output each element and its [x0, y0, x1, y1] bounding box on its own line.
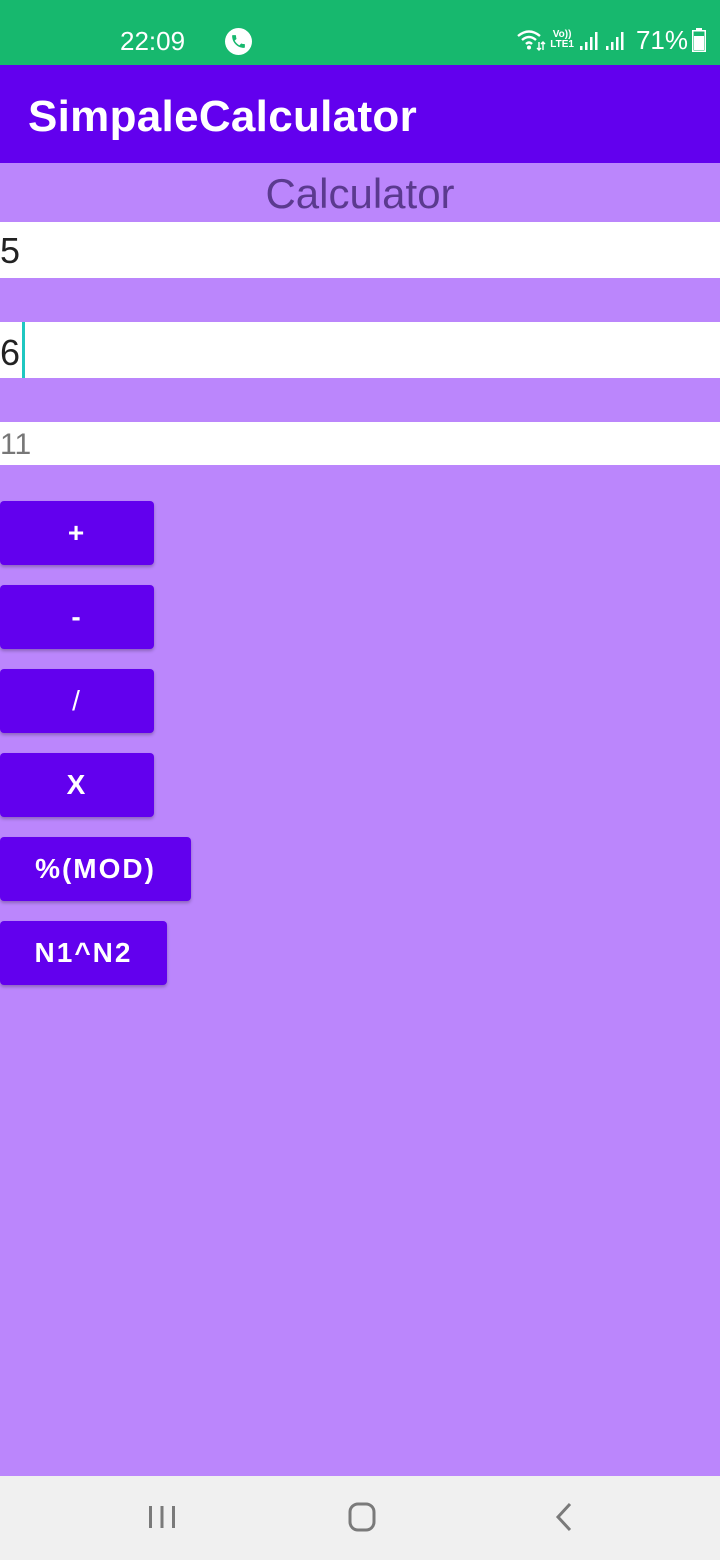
status-indicators: Vo)) LTE1 71%: [516, 22, 706, 58]
app-title: SimpaleCalculator: [28, 92, 418, 141]
second-number-input[interactable]: 6: [0, 322, 720, 378]
wifi-icon: [517, 30, 546, 51]
multiply-button[interactable]: X: [0, 753, 154, 817]
divide-button[interactable]: /: [0, 669, 154, 733]
signal-icon: [605, 32, 624, 50]
battery-icon: [692, 28, 706, 52]
result-value: 11: [0, 428, 32, 461]
status-bar: 22:09 Vo)) LTE1 71%: [0, 0, 720, 65]
modulo-button[interactable]: %(MOD): [0, 837, 191, 901]
home-icon[interactable]: [332, 1494, 392, 1542]
lte-indicator: Vo)) LTE1: [550, 30, 574, 50]
navigation-bar: [0, 1476, 720, 1560]
second-number-value: 6: [0, 332, 21, 373]
result-field: 11: [0, 422, 720, 465]
call-icon: [225, 28, 252, 55]
signal-icon: [579, 32, 598, 50]
add-button[interactable]: +: [0, 501, 154, 565]
first-number-value: 5: [0, 230, 21, 271]
text-cursor: [22, 322, 25, 378]
lte-bottom-label: LTE1: [550, 39, 574, 50]
screen-heading: Calculator: [265, 170, 455, 217]
first-number-input[interactable]: 5: [0, 222, 720, 278]
battery-percent: 71%: [635, 24, 688, 55]
subtract-button[interactable]: -: [0, 585, 154, 649]
status-time: 22:09: [120, 26, 186, 56]
app-bar: SimpaleCalculator: [0, 65, 720, 163]
back-icon[interactable]: [534, 1494, 594, 1542]
recents-icon[interactable]: [132, 1494, 192, 1542]
power-button[interactable]: N1^N2: [0, 921, 167, 985]
